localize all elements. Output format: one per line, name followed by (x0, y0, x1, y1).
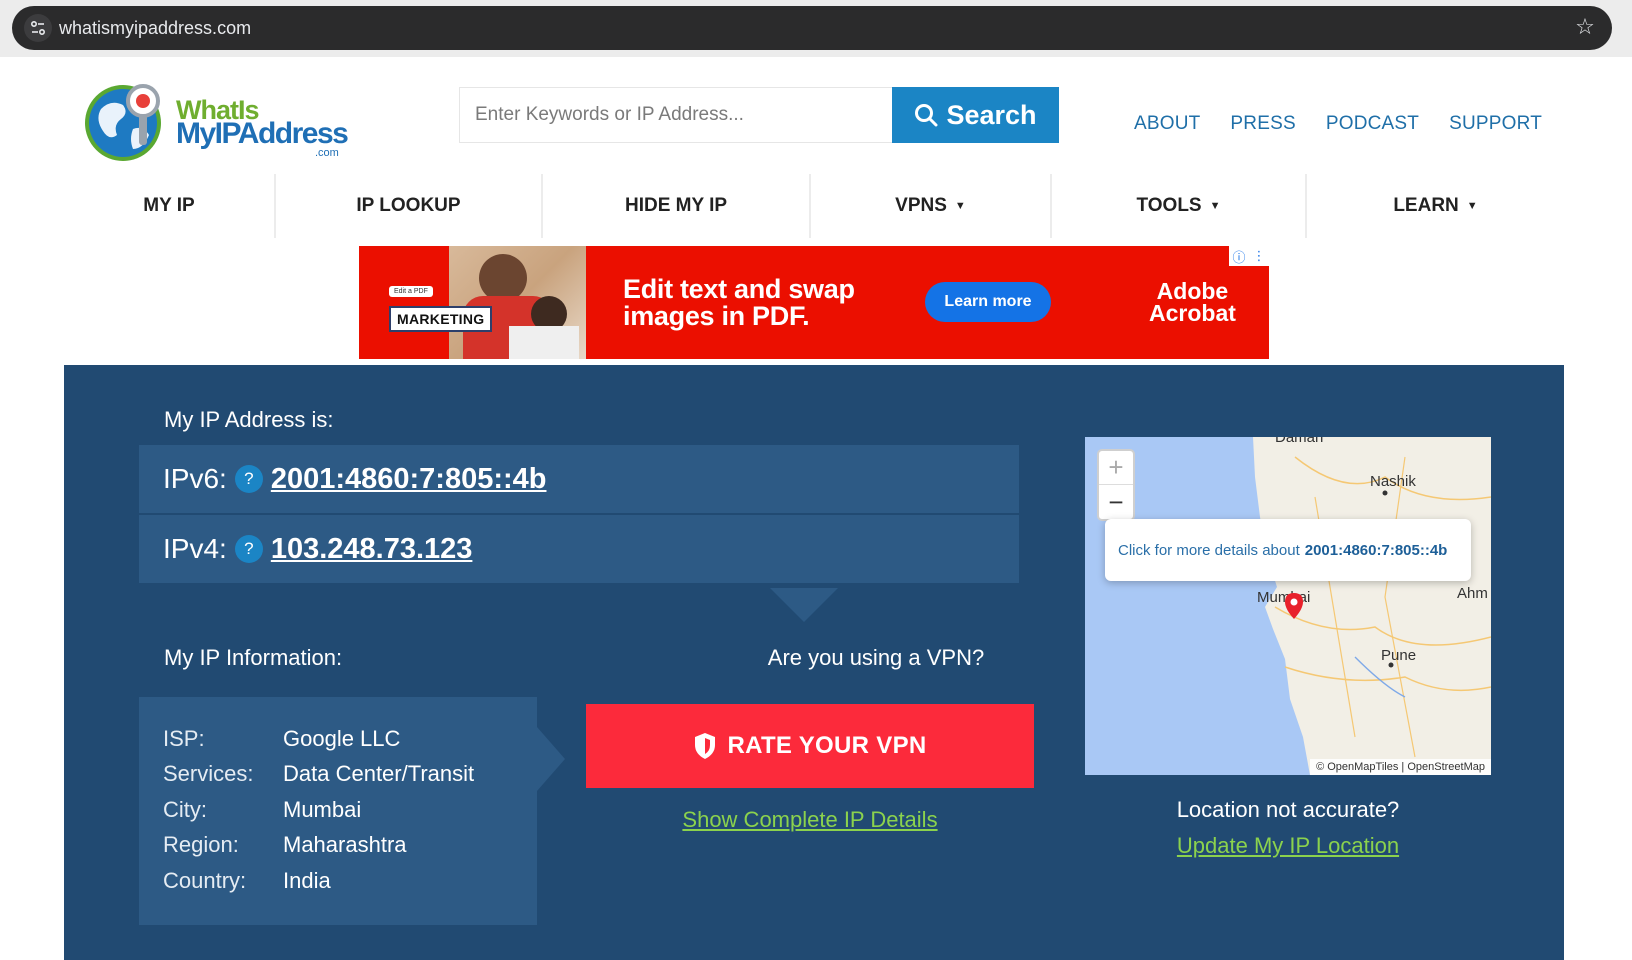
ad-headline-line1: Edit text and swap (623, 274, 855, 304)
nav-label: LEARN (1393, 195, 1459, 216)
map-label-daman: Daman (1275, 437, 1324, 446)
map-pin-icon[interactable] (1285, 593, 1303, 619)
ad-brand-line2: Acrobat (1149, 300, 1236, 326)
nav-ip-lookup[interactable]: IP LOOKUP (276, 174, 541, 238)
location-question: Location not accurate? (1176, 797, 1400, 822)
search-input[interactable] (459, 87, 893, 143)
info-row-country: Country: India (163, 863, 474, 899)
site-logo[interactable]: WhatIs MyIPAddress .com (83, 79, 349, 165)
vpn-question: Are you using a VPN? (767, 645, 985, 670)
ad-brand: Adobe Acrobat (1149, 278, 1236, 326)
shield-icon (695, 733, 716, 759)
nav-my-ip[interactable]: MY IP (64, 174, 274, 238)
ad-headline-line2: images in PDF. (623, 301, 810, 331)
caret-down-icon: ▼ (1466, 200, 1478, 212)
ipv6-address-link[interactable]: 2001:4860:7:805::4b (271, 463, 547, 496)
ad-menu-icon[interactable]: ⋮ (1252, 248, 1265, 264)
info-heading: My IP Information: (164, 645, 343, 670)
help-icon[interactable]: ? (234, 465, 263, 493)
main-nav: MY IP IP LOOKUP HIDE MY IP VPNS ▼ TOOLS ▼ … (64, 174, 1564, 238)
ad-learn-more-button[interactable]: Learn more (925, 282, 1051, 322)
ad-headline: Edit text and swap images in PDF. (623, 276, 855, 330)
zoom-control: + − (1097, 449, 1135, 521)
ip-info-box: ISP: Google LLC Services: Data Center/Tran… (139, 697, 537, 925)
update-location-link[interactable]: Update My IP Location (1085, 833, 1491, 859)
ip-info-table: ISP: Google LLC Services: Data Center/Tran… (163, 721, 474, 899)
ipv6-label: IPv6: (163, 463, 227, 494)
ip-heading: My IP Address is: (164, 407, 334, 432)
info-key: Country: (163, 867, 247, 893)
help-icon[interactable]: ? (234, 535, 263, 563)
logo-line2: MyIPAddress (176, 117, 349, 150)
caret-down-icon: ▼ (954, 200, 966, 212)
globe-logo-icon (85, 84, 161, 161)
info-value: India (283, 867, 331, 893)
url-text[interactable]: whatismyipaddress.com (59, 18, 251, 39)
info-row-city: City: Mumbai (163, 792, 474, 828)
search-button[interactable]: Search (892, 87, 1059, 143)
ad-choices[interactable]: ⓘ ⋮ (1229, 246, 1269, 266)
ip-panel: My IP Address is: IPv6: ? 2001:4860:7:80… (64, 365, 1564, 960)
info-value: Google LLC (283, 725, 401, 751)
page: WhatIs MyIPAddress .com Search ABOUT PRE… (0, 57, 1632, 960)
search-button-label: Search (946, 99, 1037, 130)
ipv4-row: IPv4: ? 103.248.73.123 (139, 515, 1019, 583)
nav-label: HIDE MY IP (624, 195, 728, 216)
search-icon (915, 104, 938, 127)
rate-vpn-button[interactable]: RATE YOUR VPN (586, 704, 1034, 788)
info-row-services: Services: Data Center/Transit (163, 757, 474, 793)
ipv4-label: IPv4: (163, 533, 227, 564)
ad-small-tag: Edit a PDF (389, 286, 433, 297)
top-link-about[interactable]: ABOUT (1134, 113, 1200, 135)
zoom-in-button[interactable]: + (1099, 451, 1133, 485)
popup-text: Click for more details about (1118, 541, 1300, 559)
nav-learn[interactable]: LEARN ▼ (1307, 174, 1564, 238)
row-pointer (770, 588, 838, 622)
nav-label: TOOLS (1136, 195, 1202, 216)
info-key: Services: (163, 761, 254, 787)
info-value: Data Center/Transit (283, 761, 475, 787)
map-attribution[interactable]: © OpenMapTiles | OpenStreetMap (1310, 759, 1491, 775)
info-key: City: (163, 796, 207, 822)
map-label-pune: Pune (1381, 647, 1417, 664)
top-link-support[interactable]: SUPPORT (1449, 113, 1542, 135)
nav-label: MY IP (143, 195, 195, 216)
ad-badge: MARKETING (389, 306, 493, 332)
ad-info-icon[interactable]: ⓘ (1232, 247, 1245, 266)
nav-label: IP LOOKUP (356, 195, 461, 216)
rate-vpn-label: RATE YOUR VPN (727, 732, 927, 759)
logo-line3: .com (315, 147, 339, 159)
top-links: ABOUT PRESS PODCAST SUPPORT (1134, 113, 1542, 135)
info-value: Maharashtra (283, 832, 407, 858)
nav-label: VPNS (895, 195, 947, 216)
ipv4-address-link[interactable]: 103.248.73.123 (271, 533, 473, 566)
top-link-press[interactable]: PRESS (1230, 113, 1295, 135)
popup-ip[interactable]: 2001:4860:7:805::4b (1305, 542, 1448, 559)
site-settings-icon[interactable] (24, 14, 52, 42)
info-value: Mumbai (283, 796, 362, 822)
ad-banner[interactable]: Edit a PDF MARKETING Edit text and swap … (359, 246, 1269, 359)
ipv6-row: IPv6: ? 2001:4860:7:805::4b (139, 445, 1019, 513)
map-label-nashik: Nashik (1370, 473, 1416, 490)
top-link-podcast[interactable]: PODCAST (1326, 113, 1419, 135)
zoom-out-button[interactable]: − (1099, 485, 1133, 519)
nav-hide-my-ip[interactable]: HIDE MY IP (543, 174, 809, 238)
info-row-isp: ISP: Google LLC (163, 721, 474, 757)
location-map[interactable]: + − Daman Nashik Mumbai Ahm Pune Click f… (1085, 437, 1491, 775)
nav-tools[interactable]: TOOLS ▼ (1052, 174, 1305, 238)
map-label-ahm: Ahm (1457, 585, 1488, 602)
map-popup[interactable]: Click for more details about 2001:4860:7… (1105, 519, 1471, 581)
info-key: ISP: (163, 725, 205, 751)
address-bar[interactable]: whatismyipaddress.com ☆ (12, 6, 1612, 50)
nav-vpns[interactable]: VPNS ▼ (811, 174, 1050, 238)
caret-down-icon: ▼ (1209, 200, 1221, 212)
browser-chrome: whatismyipaddress.com ☆ (0, 0, 1632, 57)
info-arrow (537, 727, 565, 791)
bookmark-star-icon[interactable]: ☆ (1572, 14, 1598, 40)
info-row-region: Region: Maharashtra (163, 828, 474, 864)
ad-photo (449, 246, 586, 359)
show-ip-details-link[interactable]: Show Complete IP Details (586, 807, 1034, 833)
ad-brand-line1: Adobe (1156, 278, 1229, 304)
info-key: Region: (163, 832, 239, 858)
